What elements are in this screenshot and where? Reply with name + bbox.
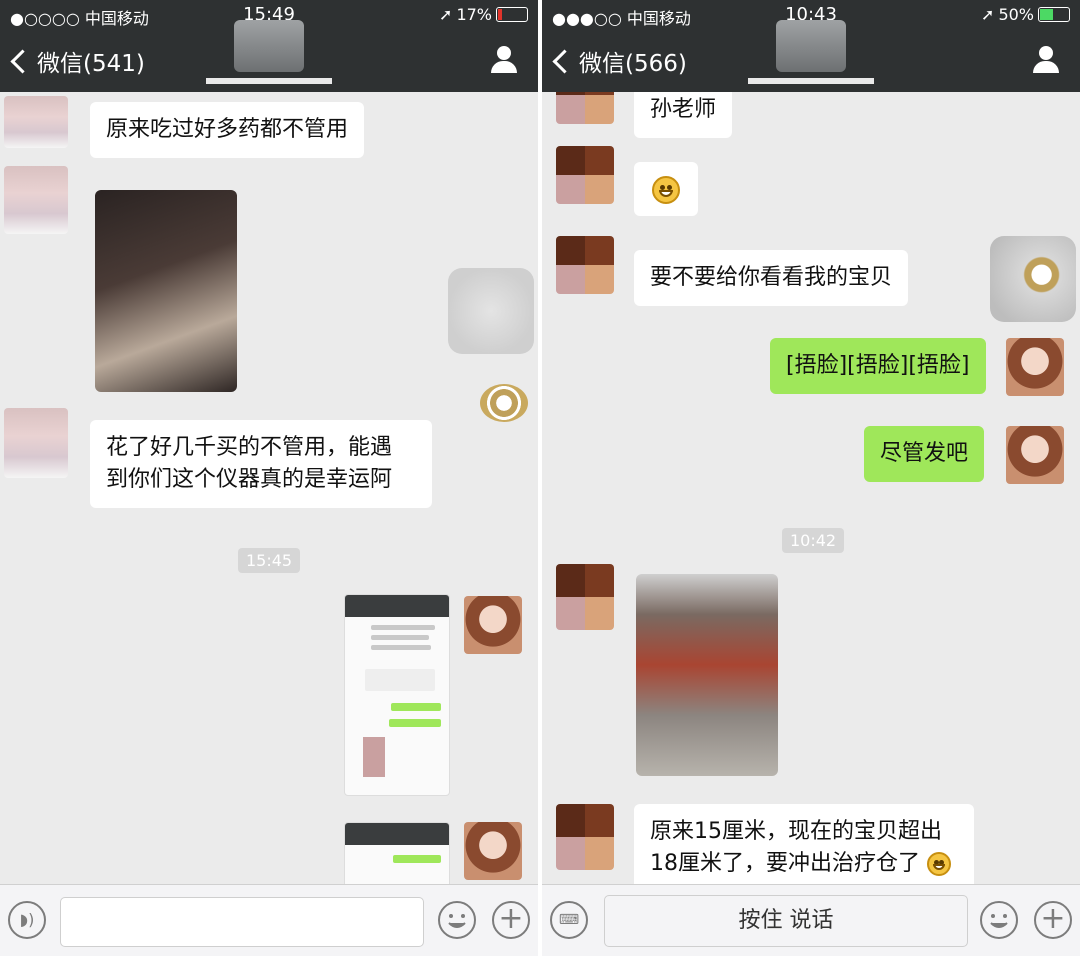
- emoji-bubble: [634, 162, 698, 216]
- battery-percent: 17%: [456, 5, 492, 24]
- message-bubble: 要不要给你看看我的宝贝: [634, 250, 909, 306]
- contact-avatar-blurred: [234, 20, 304, 72]
- back-button[interactable]: 微信(566): [552, 44, 687, 78]
- right-chat-screen: ●●●○○ 中国移动 10:43 ➚ 50% 微信(566) 孙老师 要不要给你…: [542, 0, 1080, 956]
- message-text: 18厘米了，要冲出治疗仓了: [650, 851, 920, 876]
- nav-bar: 微信(541): [0, 20, 538, 92]
- sender-avatar[interactable]: [556, 236, 614, 294]
- keyboard-icon[interactable]: ⌨: [550, 901, 588, 939]
- location-icon: ➚: [981, 5, 995, 24]
- location-icon: ➚: [439, 5, 453, 24]
- sender-avatar[interactable]: [4, 408, 68, 478]
- message-line: 18厘米了，要冲出治疗仓了: [650, 848, 958, 880]
- screenshot-message[interactable]: [344, 594, 450, 796]
- back-label: 微信(566): [579, 51, 687, 77]
- my-message-bubble: 尽管发吧: [864, 426, 985, 482]
- contact-name-redacted: [206, 78, 332, 84]
- message-bubble: 孙老师: [634, 92, 733, 138]
- plus-icon[interactable]: +: [1034, 901, 1072, 939]
- message-line: 花了好几千买的不管用，能遇: [106, 435, 393, 460]
- timestamp: 10:42: [782, 528, 845, 553]
- left-chat-screen: ●○○○○ 中国移动 15:49 ➚ 17% 微信(541) 原来吃过好多药都不…: [0, 0, 538, 956]
- blurred-sticker[interactable]: [448, 268, 534, 354]
- message-bubble: 花了好几千买的不管用，能遇 到你们这个仪器真的是幸运阿: [90, 420, 432, 508]
- photo-message-blurred[interactable]: [636, 574, 778, 776]
- my-avatar[interactable]: [464, 596, 522, 654]
- my-message-bubble: [捂脸][捂脸][捂脸]: [770, 338, 986, 394]
- sender-avatar[interactable]: [556, 146, 614, 204]
- my-avatar[interactable]: [1006, 426, 1064, 484]
- my-avatar[interactable]: [464, 822, 522, 880]
- hold-to-talk-button[interactable]: 按住 说话: [604, 895, 968, 947]
- photo-message-blurred[interactable]: [95, 190, 237, 392]
- sender-avatar[interactable]: [4, 96, 68, 148]
- battery-icon: [1038, 7, 1070, 22]
- input-bar: ⌨ 按住 说话 +: [542, 884, 1080, 956]
- sender-avatar[interactable]: [556, 92, 614, 124]
- grin-emoji-icon: [927, 852, 951, 876]
- emoji-icon[interactable]: [438, 901, 476, 939]
- contact-info-icon[interactable]: [1032, 46, 1060, 74]
- message-list: 孙老师 要不要给你看看我的宝贝 [捂脸][捂脸][捂脸] 尽管发吧 10:42 …: [542, 92, 1080, 884]
- contact-info-icon[interactable]: [490, 46, 518, 74]
- battery-percent: 50%: [998, 5, 1034, 24]
- battery-icon: [496, 7, 528, 22]
- sender-avatar[interactable]: [556, 804, 614, 870]
- emoji-icon[interactable]: [980, 901, 1018, 939]
- screenshot-message[interactable]: [344, 822, 450, 884]
- input-bar: ◗) +: [0, 884, 538, 956]
- nav-bar: 微信(566): [542, 20, 1080, 92]
- contact-name-redacted: [748, 78, 874, 84]
- sender-avatar[interactable]: [556, 564, 614, 630]
- contact-avatar-blurred: [776, 20, 846, 72]
- sender-avatar[interactable]: [4, 166, 68, 234]
- back-label: 微信(541): [37, 51, 145, 77]
- message-list: 原来吃过好多药都不管用 花了好几千买的不管用，能遇 到你们这个仪器真的是幸运阿 …: [0, 92, 538, 884]
- chevron-left-icon: [552, 48, 577, 74]
- battery-indicator: ➚ 17%: [439, 5, 528, 24]
- timestamp: 15:45: [238, 548, 301, 573]
- message-line: 原来15厘米，现在的宝贝超出: [650, 819, 942, 844]
- sticker-icon: [480, 384, 528, 422]
- grin-emoji-icon: [652, 176, 680, 204]
- battery-indicator: ➚ 50%: [981, 5, 1070, 24]
- message-line: 到你们这个仪器真的是幸运阿: [106, 467, 393, 492]
- message-input[interactable]: [60, 897, 424, 947]
- my-avatar[interactable]: [1006, 338, 1064, 396]
- back-button[interactable]: 微信(541): [10, 44, 145, 78]
- chevron-left-icon: [10, 48, 35, 74]
- blurred-sticker[interactable]: [990, 236, 1076, 322]
- plus-icon[interactable]: +: [492, 901, 530, 939]
- message-bubble: 原来15厘米，现在的宝贝超出 18厘米了，要冲出治疗仓了: [634, 804, 974, 884]
- message-bubble: 原来吃过好多药都不管用: [90, 102, 365, 158]
- voice-toggle-icon[interactable]: ◗): [8, 901, 46, 939]
